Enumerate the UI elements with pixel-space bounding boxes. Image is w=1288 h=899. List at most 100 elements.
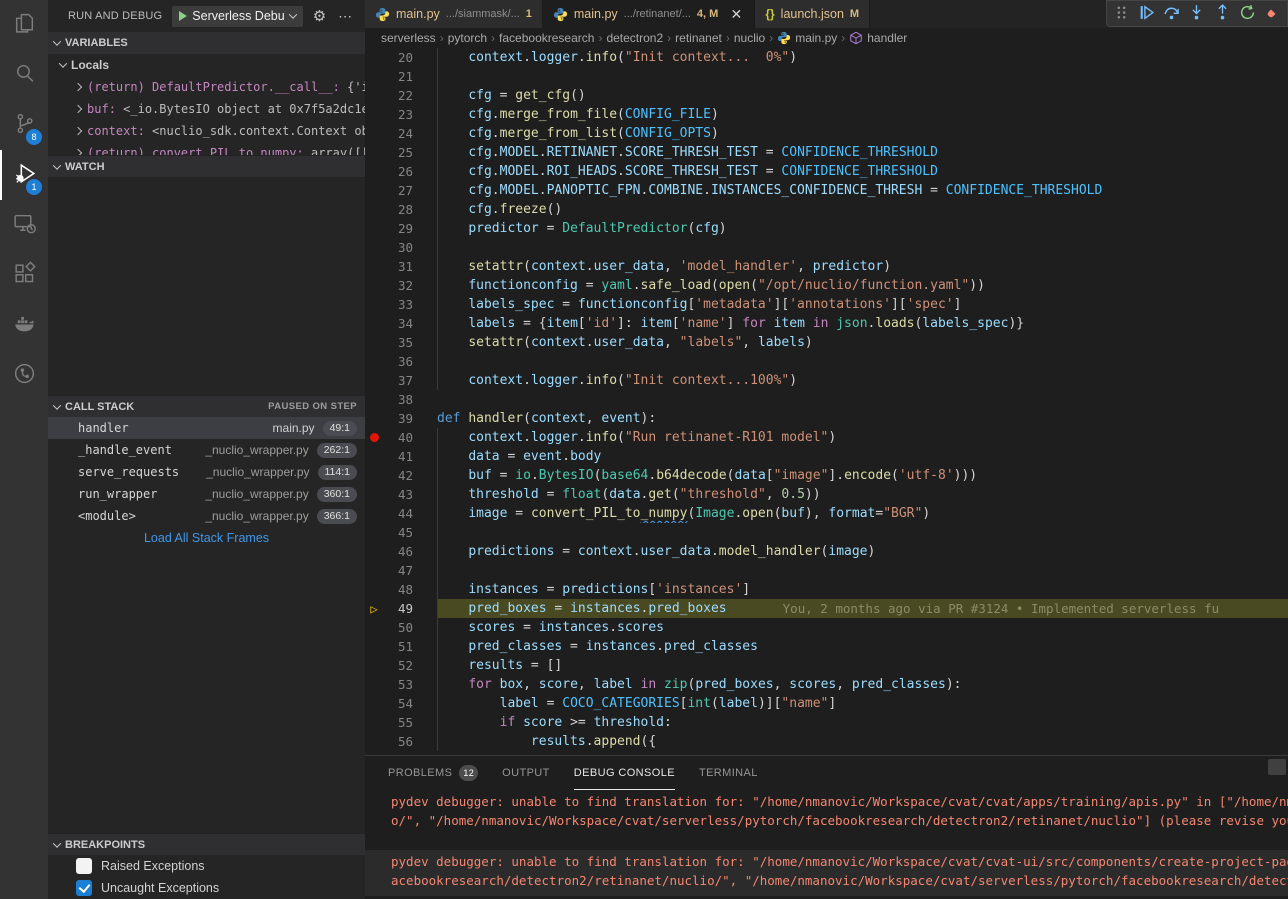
restart-button[interactable] [1237,2,1258,26]
breakpoint-gutter[interactable] [365,200,383,219]
variable-row[interactable]: context: <nuclio_sdk.context.Context obj… [48,120,365,142]
editor-tab-main.py[interactable]: main.py.../retinanet/...4, M✕ [543,0,755,28]
breakpoint-gutter[interactable] [365,732,383,751]
panel-tab-terminal[interactable]: TERMINAL [699,756,758,790]
breakpoint-gutter[interactable] [365,409,383,428]
close-icon[interactable]: ✕ [728,6,744,23]
checkbox[interactable] [76,880,92,896]
breakpoint-gutter[interactable] [365,523,383,542]
code-text[interactable]: label = COCO_CATEGORIES[int(label)]["nam… [437,694,1288,713]
activity-bar-item-extensions[interactable] [0,250,48,300]
code-text[interactable] [437,238,1288,257]
breadcrumb-item-pytorch[interactable]: pytorch [448,31,487,45]
activity-bar-item-git-graph[interactable] [0,350,48,400]
breakpoint-gutter[interactable] [365,143,383,162]
breakpoint-gutter[interactable] [365,219,383,238]
stack-frame-run_wrapper[interactable]: run_wrapper_nuclio_wrapper.py360:1 [48,483,365,505]
code-text[interactable] [437,352,1288,371]
variable-row[interactable]: (return) convert_PIL_to_numpy: array([[[… [48,142,365,155]
breakpoint-gutter[interactable] [365,86,383,105]
code-text[interactable]: data = event.body [437,447,1288,466]
breakpoint-gutter[interactable] [365,542,383,561]
breakpoint-gutter[interactable] [365,333,383,352]
variable-row[interactable]: buf: <_io.BytesIO object at 0x7f5a2dc1ec… [48,98,365,120]
stack-frame-_handle_event[interactable]: _handle_event_nuclio_wrapper.py262:1 [48,439,365,461]
code-text[interactable]: image = convert_PIL_to_numpy(Image.open(… [437,504,1288,523]
activity-bar-item-docker[interactable] [0,300,48,350]
breadcrumb-item-main.py[interactable]: main.py [777,31,837,45]
breakpoint-gutter[interactable] [365,371,383,390]
code-text[interactable]: predictions = context.user_data.model_ha… [437,542,1288,561]
code-text[interactable]: context.logger.info("Run retinanet-R101 … [437,428,1288,447]
code-text[interactable]: cfg.MODEL.RETINANET.SCORE_THRESH_TEST = … [437,143,1288,162]
breakpoint-gutter[interactable] [365,314,383,333]
activity-bar-item-search[interactable] [0,50,48,100]
breakpoint-gutter[interactable] [365,656,383,675]
code-text[interactable]: def handler(context, event): [437,409,1288,428]
code-text[interactable]: cfg.freeze() [437,200,1288,219]
breakpoint-gutter[interactable] [365,447,383,466]
breakpoints-section-header[interactable]: BREAKPOINTS [48,833,365,855]
code-text[interactable]: cfg.MODEL.PANOPTIC_FPN.COMBINE.INSTANCES… [437,181,1288,200]
checkbox[interactable] [76,858,92,874]
variable-row[interactable]: (return) DefaultPredictor.__call__: {'in… [48,76,365,98]
code-text[interactable]: setattr(context.user_data, "labels", lab… [437,333,1288,352]
breakpoint-gutter[interactable] [365,618,383,637]
breakpoint-gutter[interactable] [365,181,383,200]
code-text[interactable]: pred_boxes = instances.pred_boxesYou, 2 … [437,599,1288,618]
code-editor[interactable]: 20 context.logger.info("Init context... … [365,48,1288,755]
current-line-arrow-icon[interactable]: ▷ [365,599,383,618]
breadcrumb-item-nuclio[interactable]: nuclio [734,31,765,45]
code-text[interactable] [437,561,1288,580]
disconnect-button[interactable] [1262,2,1283,26]
breakpoint-gutter[interactable] [365,352,383,371]
breakpoint-gutter[interactable] [365,713,383,732]
breakpoint-gutter[interactable] [365,675,383,694]
breadcrumb-item-detectron2[interactable]: detectron2 [606,31,663,45]
code-text[interactable]: results = [] [437,656,1288,675]
toolbar-drag-handle[interactable] [1111,2,1132,26]
breakpoint-option[interactable]: Raised Exceptions [48,855,365,877]
stack-frame-module[interactable]: <module>_nuclio_wrapper.py366:1 [48,505,365,527]
stack-frame-serve_requests[interactable]: serve_requests_nuclio_wrapper.py114:1 [48,461,365,483]
editor-tab-main.py[interactable]: main.py.../siammask/...1 [365,0,543,28]
breakpoint-gutter[interactable] [365,295,383,314]
continue-button[interactable] [1136,2,1157,26]
code-text[interactable]: labels_spec = functionconfig['metadata']… [437,295,1288,314]
panel-tab-output[interactable]: OUTPUT [502,756,550,790]
breakpoint-gutter[interactable] [365,105,383,124]
code-text[interactable]: cfg = get_cfg() [437,86,1288,105]
code-text[interactable]: predictor = DefaultPredictor(cfg) [437,219,1288,238]
panel-tab-debug-console[interactable]: DEBUG CONSOLE [574,756,675,790]
breakpoint-gutter[interactable] [365,67,383,86]
breakpoint-gutter[interactable] [365,561,383,580]
code-text[interactable]: if score >= threshold: [437,713,1288,732]
load-all-stack-frames-link[interactable]: Load All Stack Frames [48,527,365,549]
breakpoint-gutter[interactable] [365,257,383,276]
watch-section-header[interactable]: WATCH [48,155,365,177]
code-text[interactable]: scores = instances.scores [437,618,1288,637]
more-actions-icon[interactable]: ⋯ [338,8,353,25]
code-text[interactable]: context.logger.info("Init context...100%… [437,371,1288,390]
gear-icon[interactable]: ⚙ [313,7,326,25]
breakpoint-gutter[interactable] [365,694,383,713]
code-text[interactable]: pred_classes = instances.pred_classes [437,637,1288,656]
breakpoint-gutter[interactable] [365,124,383,143]
breakpoint-option[interactable]: Uncaught Exceptions [48,877,365,899]
launch-config-dropdown[interactable]: Serverless Debu [172,6,302,27]
activity-bar-item-remote-explorer[interactable] [0,200,48,250]
stack-frame-handler[interactable]: handlermain.py49:1 [48,417,365,439]
step-out-button[interactable] [1212,2,1233,26]
breakpoint-gutter[interactable] [365,162,383,181]
breadcrumb-item-retinanet[interactable]: retinanet [675,31,722,45]
breakpoint-gutter[interactable] [365,276,383,295]
call-stack-section-header[interactable]: CALL STACK PAUSED ON STEP [48,395,365,417]
variables-section-header[interactable]: VARIABLES [48,32,365,54]
breakpoint-gutter[interactable] [365,485,383,504]
breakpoint-gutter[interactable] [365,466,383,485]
code-text[interactable]: cfg.MODEL.ROI_HEADS.SCORE_THRESH_TEST = … [437,162,1288,181]
breakpoint-gutter[interactable] [365,504,383,523]
activity-bar-item-explorer[interactable] [0,0,48,50]
code-text[interactable] [437,390,1288,409]
breakpoint-gutter[interactable] [365,390,383,409]
